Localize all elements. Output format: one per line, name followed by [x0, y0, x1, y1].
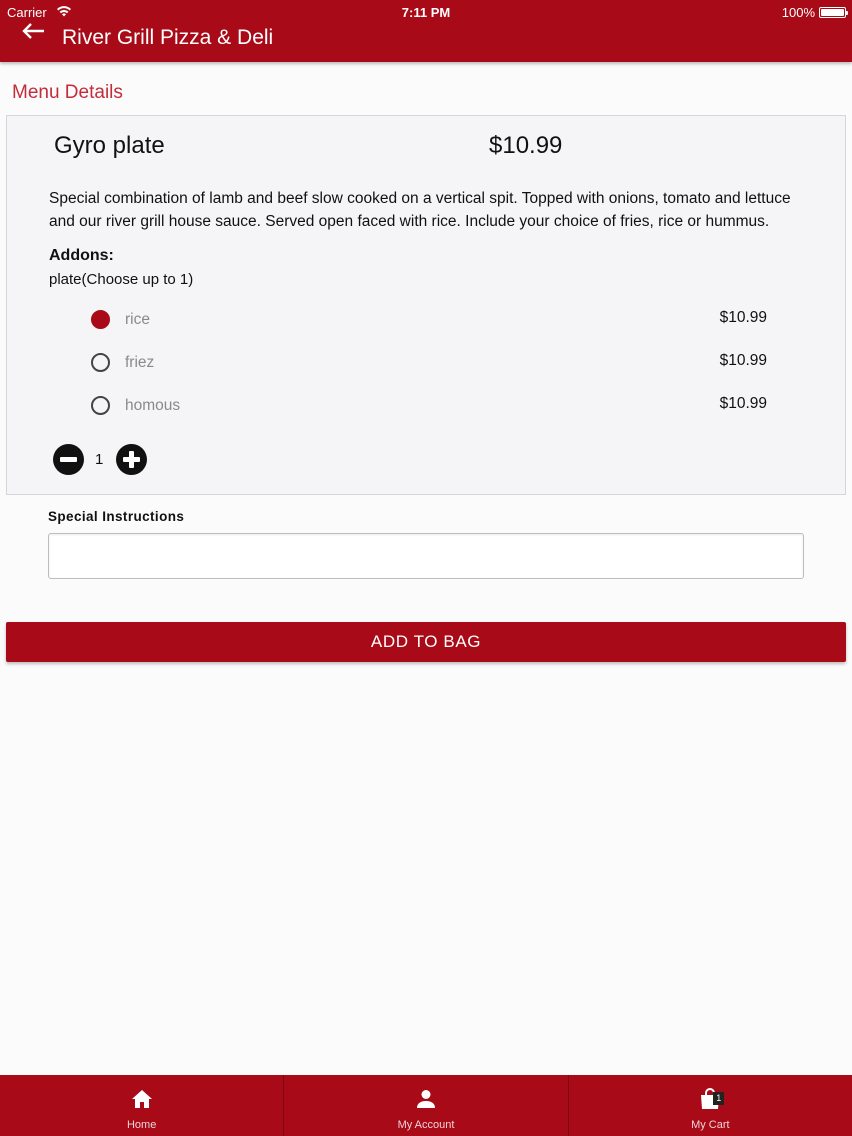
- home-icon: [131, 1090, 152, 1108]
- menu-item-card: Gyro plate $10.99 Special combination of…: [6, 115, 846, 495]
- tab-label: My Account: [397, 1119, 455, 1131]
- special-instructions-label: Special Instructions: [48, 509, 185, 524]
- plus-icon[interactable]: [116, 444, 147, 475]
- page-title: Menu Details: [12, 82, 123, 103]
- addon-option-homous[interactable]: homous $10.99: [87, 392, 787, 422]
- item-price: $10.99: [489, 132, 563, 159]
- battery-percent: 100%: [781, 5, 815, 20]
- quantity-stepper: 1: [53, 444, 153, 476]
- tab-label: Home: [126, 1119, 157, 1131]
- item-description: Special combination of lamb and beef slo…: [49, 190, 791, 230]
- minus-icon[interactable]: [53, 444, 84, 475]
- tab-my-cart[interactable]: 1 My Cart: [569, 1075, 852, 1136]
- addons-label: Addons:: [49, 247, 114, 264]
- battery-icon: [819, 7, 848, 18]
- tab-my-account[interactable]: My Account: [284, 1075, 569, 1136]
- status-time: 7:11 PM: [401, 5, 451, 20]
- radio-unselected-icon[interactable]: [91, 396, 110, 415]
- bottom-tab-bar: Home My Account 1 My Cart: [0, 1075, 852, 1136]
- addon-option-rice[interactable]: rice $10.99: [87, 306, 787, 336]
- addon-option-label: homous: [125, 397, 181, 414]
- quantity-value: 1: [95, 451, 104, 468]
- add-to-bag-button[interactable]: ADD TO BAG: [6, 622, 846, 662]
- tab-home[interactable]: Home: [0, 1075, 285, 1136]
- addon-option-price: $10.99: [719, 352, 767, 369]
- addon-option-label: friez: [125, 354, 155, 371]
- radio-unselected-icon[interactable]: [91, 353, 110, 372]
- addons-group-label: plate(Choose up to 1): [49, 271, 194, 288]
- cart-count-badge: 1: [713, 1092, 725, 1105]
- radio-selected-icon[interactable]: [91, 310, 110, 329]
- addon-option-friez[interactable]: friez $10.99: [87, 349, 787, 379]
- app-header: Carrier 7:11 PM 100% River Grill Pizza &…: [0, 0, 852, 62]
- addon-option-price: $10.99: [719, 309, 767, 326]
- app-title: River Grill Pizza & Deli: [62, 26, 274, 49]
- arrow-left-icon[interactable]: [22, 22, 46, 40]
- addon-option-price: $10.99: [719, 395, 767, 412]
- addon-option-label: rice: [125, 311, 150, 328]
- status-bar: Carrier 7:11 PM 100%: [0, 4, 852, 20]
- special-instructions-input[interactable]: [48, 533, 804, 579]
- person-icon: [416, 1090, 435, 1108]
- tab-label: My Cart: [691, 1119, 730, 1131]
- item-name: Gyro plate: [54, 132, 165, 159]
